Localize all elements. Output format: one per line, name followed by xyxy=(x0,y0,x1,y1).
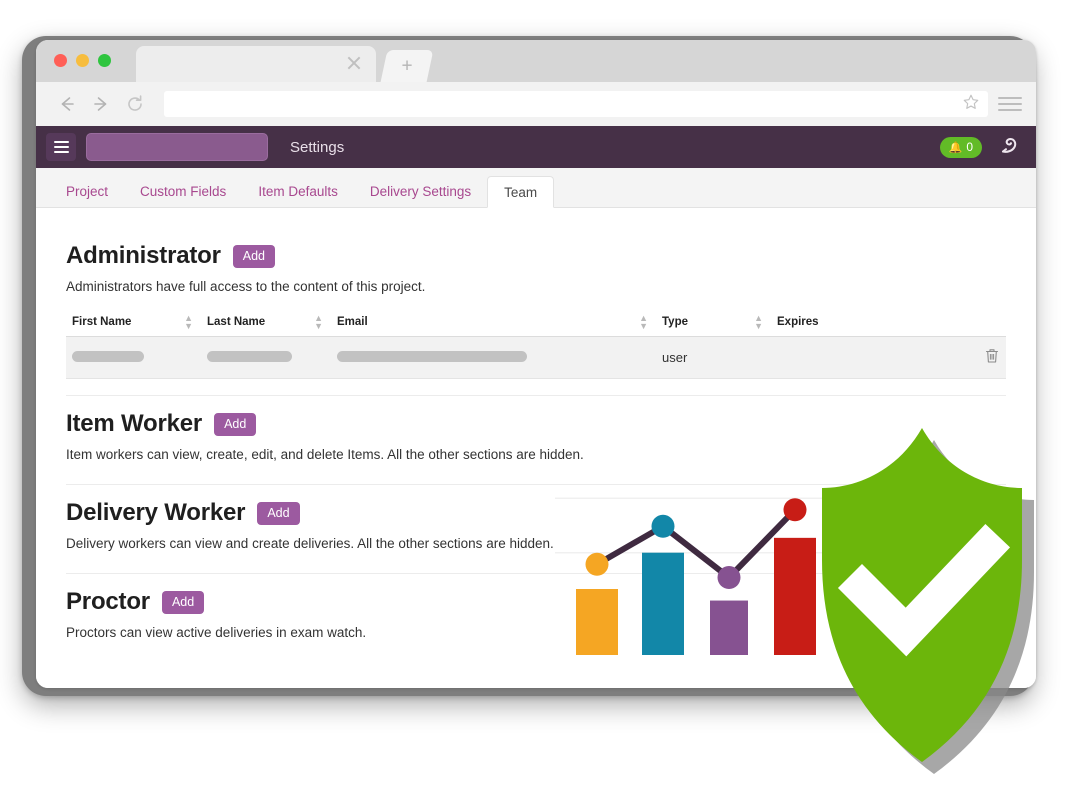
minimize-window-button[interactable] xyxy=(76,54,89,67)
new-tab-button[interactable]: + xyxy=(380,50,434,82)
cell-type: user xyxy=(656,336,771,379)
redacted-value xyxy=(337,351,527,362)
column-header-actions xyxy=(886,310,1006,337)
add-item-worker-button[interactable]: Add xyxy=(214,412,257,436)
back-button[interactable] xyxy=(50,87,84,121)
close-window-button[interactable] xyxy=(54,54,67,67)
notifications-count: 0 xyxy=(966,140,973,154)
section-title: Delivery Worker xyxy=(66,499,246,526)
bell-icon: 🔔 xyxy=(948,141,963,154)
column-label: Type xyxy=(662,316,688,328)
column-header-expires[interactable]: Expires xyxy=(771,310,886,337)
app-header-bar: Settings 🔔 0 xyxy=(36,126,1036,168)
tab-label: Delivery Settings xyxy=(369,183,472,199)
administrators-table: First Name ▲ ▼ Last Name ▲ ▼ Email ▲ ▼ T… xyxy=(66,310,1006,379)
screenshot-stage: + Settings 🔔 0 Project Custom Fields Ite… xyxy=(0,0,1080,800)
cell-last-name xyxy=(201,336,331,379)
section-title: Proctor xyxy=(66,588,150,615)
tab-team[interactable]: Team xyxy=(487,176,555,208)
app-menu-button[interactable] xyxy=(46,133,76,161)
section-description: Administrators have full access to the c… xyxy=(66,279,426,294)
tab-delivery-settings[interactable]: Delivery Settings xyxy=(354,175,487,207)
close-icon[interactable] xyxy=(346,55,362,71)
tab-custom-fields[interactable]: Custom Fields xyxy=(124,175,242,207)
window-traffic-lights xyxy=(54,54,111,67)
column-label: First Name xyxy=(72,316,132,328)
reload-button[interactable] xyxy=(118,87,152,121)
redacted-value xyxy=(207,351,292,362)
browser-toolbar xyxy=(36,82,1036,126)
tab-item-defaults[interactable]: Item Defaults xyxy=(242,175,354,207)
security-shield-icon xyxy=(822,428,1034,774)
tab-project[interactable]: Project xyxy=(50,175,124,207)
sort-icon[interactable]: ▲ ▼ xyxy=(639,314,648,331)
cell-actions xyxy=(886,336,1006,379)
table-row[interactable]: user xyxy=(66,336,1006,379)
tab-label: Team xyxy=(504,184,538,200)
column-label: Last Name xyxy=(207,316,266,328)
section-title: Administrator xyxy=(66,242,221,269)
browser-tab-strip: + xyxy=(36,40,1036,82)
maximize-window-button[interactable] xyxy=(98,54,111,67)
cell-first-name xyxy=(66,336,201,379)
tab-label: Custom Fields xyxy=(140,183,227,199)
sort-icon[interactable]: ▲ ▼ xyxy=(314,314,323,331)
plus-icon: + xyxy=(401,55,413,77)
column-header-first-name[interactable]: First Name ▲ ▼ xyxy=(66,310,201,337)
address-bar[interactable] xyxy=(164,91,988,117)
add-administrator-button[interactable]: Add xyxy=(232,244,275,268)
star-icon[interactable] xyxy=(962,93,980,116)
tab-label: Project xyxy=(66,183,109,199)
column-header-last-name[interactable]: Last Name ▲ ▼ xyxy=(201,310,331,337)
tab-label: Item Defaults xyxy=(258,183,338,199)
app-logo-icon[interactable] xyxy=(996,132,1022,162)
app-bar-actions: 🔔 0 xyxy=(939,132,1022,162)
section-header: Administrator Add xyxy=(66,242,1006,270)
section-administrator: Administrator Add Administrators have fu… xyxy=(66,228,1006,379)
browser-menu-button[interactable] xyxy=(998,97,1022,111)
sort-icon[interactable]: ▲ ▼ xyxy=(184,314,193,331)
section-title: Item Worker xyxy=(66,410,203,437)
page-title: Settings xyxy=(290,138,345,156)
column-header-email[interactable]: Email ▲ ▼ xyxy=(331,310,656,337)
cell-email xyxy=(331,336,656,379)
trash-icon[interactable] xyxy=(984,349,1000,368)
add-delivery-worker-button[interactable]: Add xyxy=(257,501,300,525)
column-header-type[interactable]: Type ▲ ▼ xyxy=(656,310,771,337)
add-proctor-button[interactable]: Add xyxy=(161,590,205,614)
notifications-badge[interactable]: 🔔 0 xyxy=(939,136,982,158)
forward-button[interactable] xyxy=(84,87,118,121)
sort-icon[interactable]: ▲ ▼ xyxy=(754,314,763,331)
table-header-row: First Name ▲ ▼ Last Name ▲ ▼ Email ▲ ▼ T… xyxy=(66,310,1006,337)
browser-tab[interactable] xyxy=(136,46,376,82)
column-label: Expires xyxy=(777,316,819,328)
settings-tab-bar: Project Custom Fields Item Defaults Deli… xyxy=(36,168,1036,208)
cell-expires xyxy=(771,336,886,379)
brand-logo-placeholder[interactable] xyxy=(86,133,268,161)
redacted-value xyxy=(72,351,144,362)
column-label: Email xyxy=(337,316,368,328)
